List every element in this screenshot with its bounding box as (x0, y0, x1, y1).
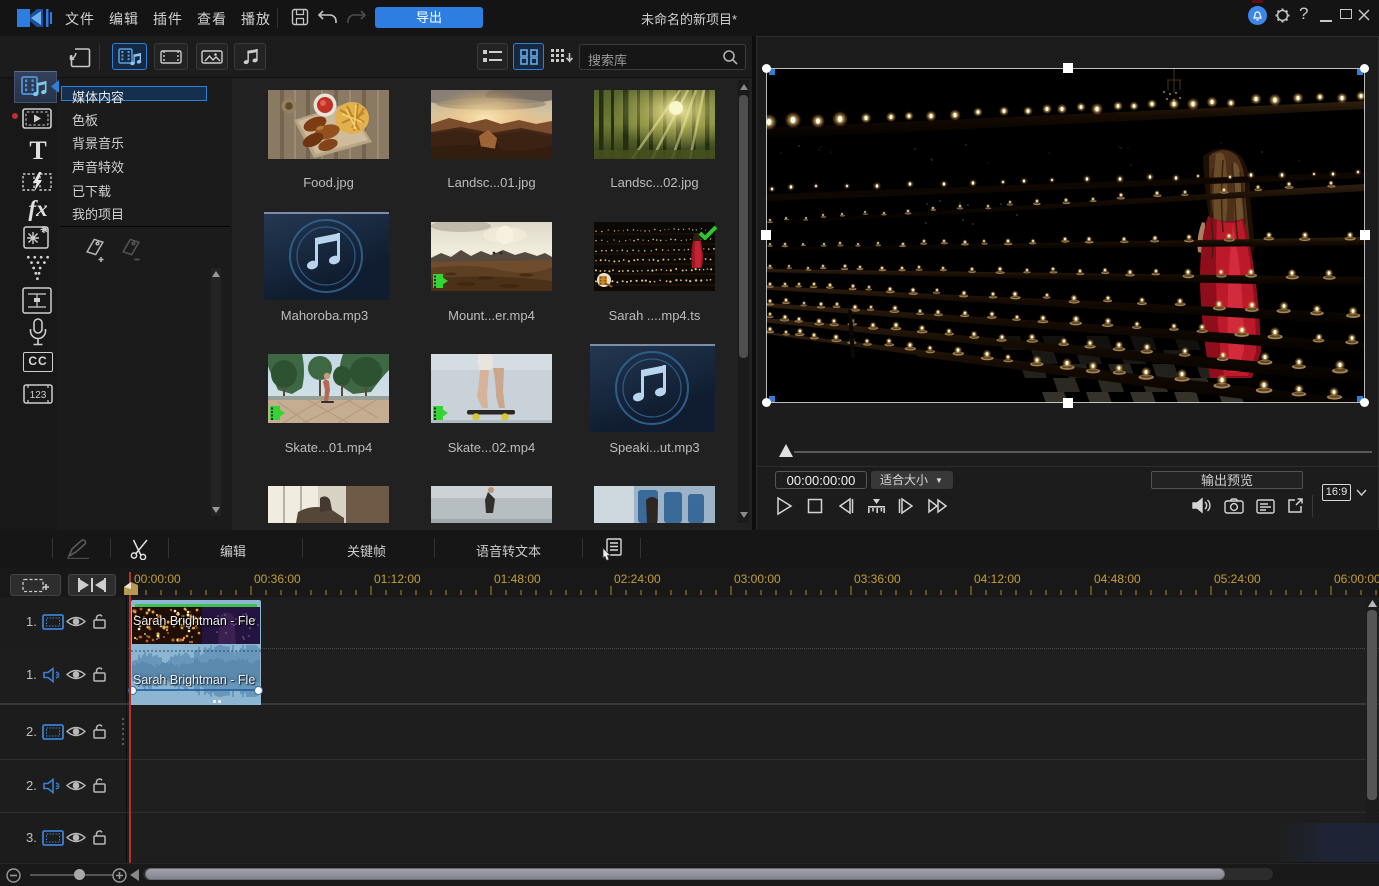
svg-text:123: 123 (30, 390, 47, 401)
svg-text:05:24:00: 05:24:00 (1214, 572, 1261, 586)
svg-text:00:36:00: 00:36:00 (254, 572, 301, 586)
svg-text:01:12:00: 01:12:00 (374, 572, 421, 586)
svg-text:03:00:00: 03:00:00 (734, 572, 781, 586)
svg-text:04:48:00: 04:48:00 (1094, 572, 1141, 586)
svg-text:04:12:00: 04:12:00 (974, 572, 1021, 586)
svg-text:00:00:00: 00:00:00 (134, 572, 181, 586)
svg-text:03:36:00: 03:36:00 (854, 572, 901, 586)
svg-text:06:00:00: 06:00:00 (1334, 572, 1379, 586)
svg-text:02:24:00: 02:24:00 (614, 572, 661, 586)
svg-text:01:48:00: 01:48:00 (494, 572, 541, 586)
